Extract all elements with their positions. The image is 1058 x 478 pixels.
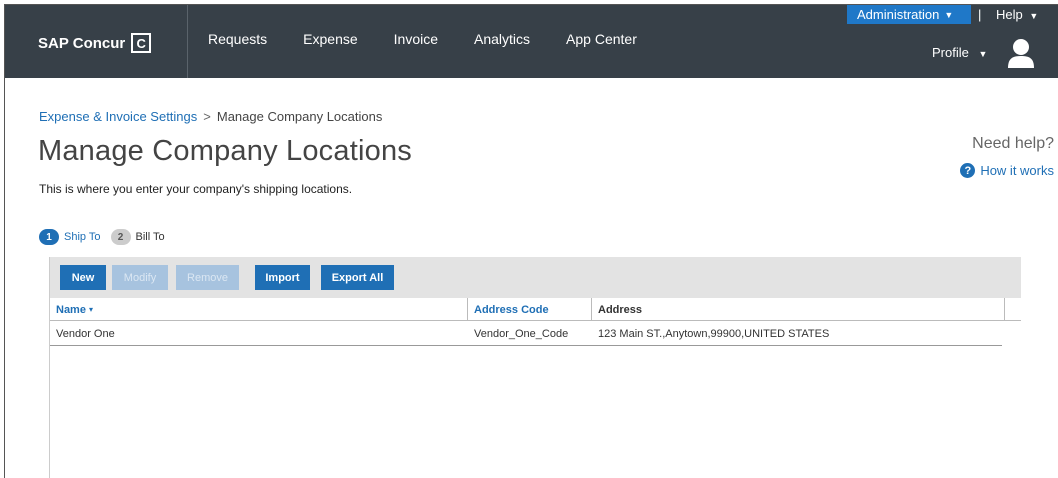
sort-down-icon: ▾ <box>88 305 93 314</box>
breadcrumb: Expense & Invoice Settings > Manage Compan… <box>39 109 382 124</box>
nav-expense[interactable]: Expense <box>285 31 375 47</box>
breadcrumb-parent-link[interactable]: Expense & Invoice Settings <box>39 109 197 124</box>
locations-panel: New Modify Remove Import Export All Name… <box>49 257 1021 478</box>
menu-separator: | <box>978 7 982 22</box>
administration-label: Administration <box>857 7 940 22</box>
breadcrumb-current: Manage Company Locations <box>216 109 383 124</box>
profile-menu[interactable]: Profile ▼ <box>932 45 987 60</box>
toolbar: New Modify Remove Import Export All <box>50 257 1021 298</box>
column-header-address[interactable]: Address <box>592 298 1002 321</box>
profile-label: Profile <box>932 45 969 60</box>
caret-down-icon: ▼ <box>978 49 988 59</box>
import-button[interactable]: Import <box>255 265 310 290</box>
column-header-name[interactable]: Name ▾ <box>50 298 467 321</box>
nav-invoice[interactable]: Invoice <box>376 31 456 47</box>
step-ship-to[interactable]: 1 Ship To <box>39 229 101 245</box>
breadcrumb-separator: > <box>203 109 211 124</box>
cell-address: 123 Main ST.,Anytown,99900,UNITED STATES <box>598 327 830 340</box>
page-title: Manage Company Locations <box>38 135 412 167</box>
how-it-works-label: How it works <box>980 163 1054 178</box>
user-avatar-icon[interactable] <box>1007 37 1035 69</box>
caret-down-icon: ▼ <box>1029 11 1039 21</box>
how-it-works-link[interactable]: ? How it works <box>960 163 1054 178</box>
nav-app-center[interactable]: App Center <box>548 31 655 47</box>
app-frame: SAP Concur C Requests Expense Invoice An… <box>4 4 1058 478</box>
column-name-label: Name <box>56 303 86 316</box>
help-menu[interactable]: Help ▼ <box>996 7 1038 22</box>
step-number-badge: 1 <box>39 229 59 245</box>
page-subtitle: This is where you enter your company's s… <box>39 182 353 196</box>
nav-requests[interactable]: Requests <box>189 31 285 47</box>
caret-down-icon: ▼ <box>944 9 954 20</box>
table-row[interactable]: Vendor One Vendor_One_Code 123 Main ST.,… <box>50 321 1002 346</box>
administration-menu[interactable]: Administration ▼ <box>847 5 971 24</box>
table-header: Name ▾ Address Code Address <box>50 298 1021 321</box>
remove-button[interactable]: Remove <box>176 265 239 290</box>
new-button[interactable]: New <box>60 265 106 290</box>
export-all-button[interactable]: Export All <box>321 265 394 290</box>
main-nav: Requests Expense Invoice Analytics App C… <box>189 31 655 47</box>
cell-address-code: Vendor_One_Code <box>474 327 569 340</box>
column-header-address-code[interactable]: Address Code <box>468 298 591 321</box>
step-tabs: 1 Ship To 2 Bill To <box>39 229 175 245</box>
column-divider <box>1004 298 1005 321</box>
concur-c-icon: C <box>131 33 152 53</box>
nav-analytics[interactable]: Analytics <box>456 31 548 47</box>
logo-divider <box>187 5 188 78</box>
step-number-badge: 2 <box>110 229 131 245</box>
sap-concur-logo[interactable]: SAP Concur C <box>38 30 152 56</box>
question-circle-icon: ? <box>960 163 976 178</box>
top-navigation-bar: SAP Concur C Requests Expense Invoice An… <box>5 5 1058 78</box>
cell-name: Vendor One <box>56 327 115 340</box>
step-bill-to[interactable]: 2 Bill To <box>110 229 165 245</box>
help-label: Help <box>996 7 1023 22</box>
brand-name: SAP Concur <box>38 34 126 52</box>
modify-button[interactable]: Modify <box>112 265 168 290</box>
need-help-heading: Need help? <box>972 135 1054 152</box>
step-label: Ship To <box>64 231 101 243</box>
step-label: Bill To <box>135 231 165 243</box>
